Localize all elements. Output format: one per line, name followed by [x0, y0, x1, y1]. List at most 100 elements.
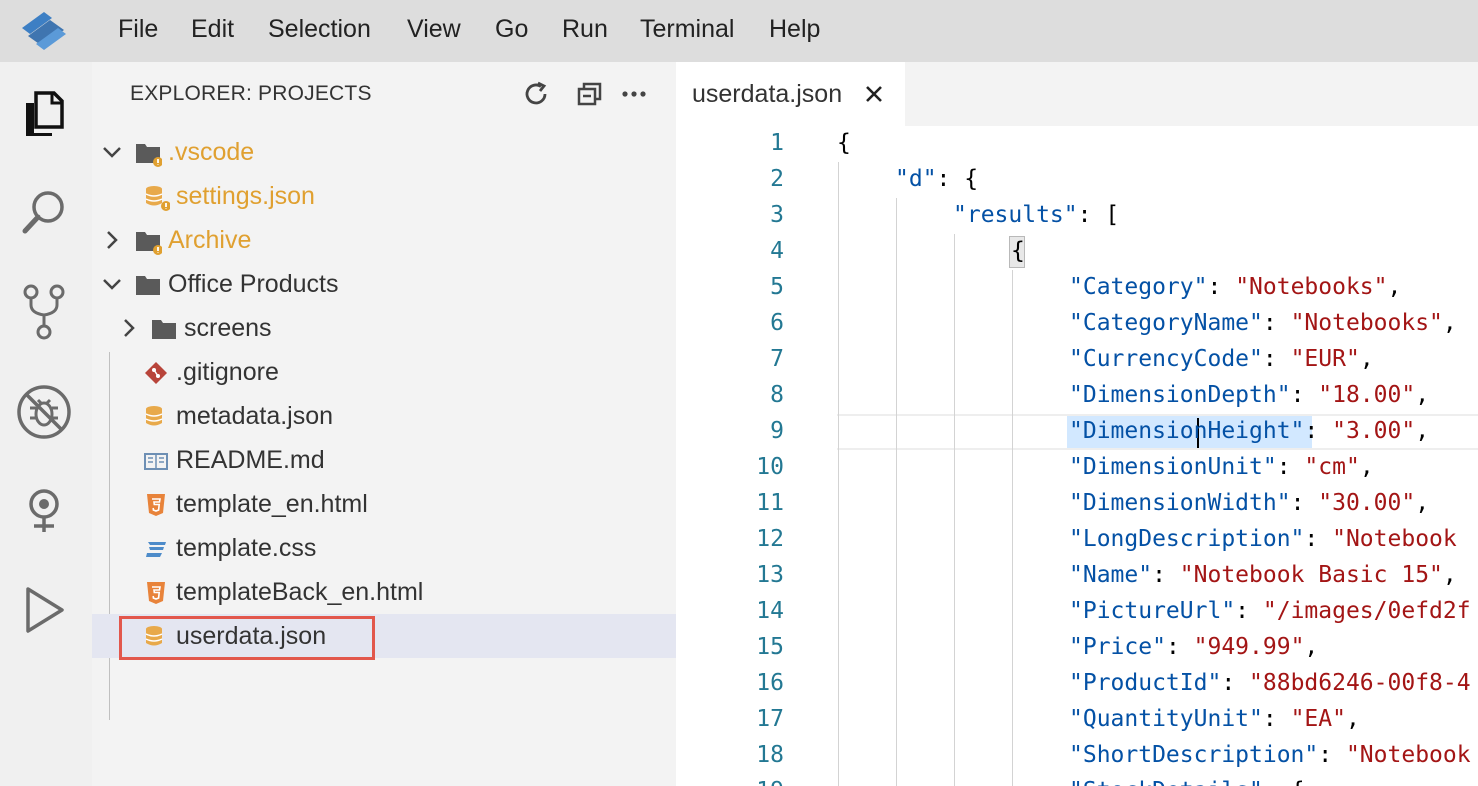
code-text: "Category": "Notebooks", [1069, 274, 1402, 300]
explorer-icon[interactable] [14, 84, 74, 144]
line-number: 4 [770, 238, 784, 264]
menu-bar: File Edit Selection View Go Run Terminal… [0, 0, 1478, 62]
code-line: 7 "CurrencyCode": "EUR", [676, 342, 1478, 378]
code-text: "Price": "949.99", [1069, 634, 1319, 660]
tree-item-label: Archive [168, 226, 252, 254]
no-debug-icon[interactable] [14, 382, 74, 442]
line-number: 17 [756, 706, 784, 732]
code-line: 3 "results": [ [676, 198, 1478, 234]
chevron-right-icon [124, 319, 135, 337]
menu-file[interactable]: File [118, 14, 158, 44]
more-icon[interactable] [618, 78, 650, 110]
line-number: 15 [756, 634, 784, 660]
code-text: { [837, 130, 851, 156]
close-icon[interactable] [862, 82, 886, 106]
code-line: 5 "Category": "Notebooks", [676, 270, 1478, 306]
line-number: 3 [770, 202, 784, 228]
run-icon[interactable] [14, 580, 74, 640]
tree-item-label: template_en.html [176, 490, 368, 518]
tree-item-label: template.css [176, 534, 317, 562]
line-number: 13 [756, 562, 784, 588]
line-number: 14 [756, 598, 784, 624]
line-number: 16 [756, 670, 784, 696]
menu-terminal[interactable]: Terminal [640, 14, 734, 44]
collapse-all-icon[interactable] [574, 78, 606, 110]
code-text: "Name": "Notebook Basic 15", [1069, 562, 1457, 588]
folder-warning-icon [136, 232, 162, 255]
tree-item-archive[interactable]: Archive [92, 218, 676, 262]
chevron-down-icon [103, 279, 121, 290]
tree-item-label: metadata.json [176, 402, 334, 430]
tree-item-label: screens [184, 314, 272, 342]
line-number: 10 [756, 454, 784, 480]
code-line: 19 "StockDetails": { [676, 774, 1478, 786]
tab-userdata-json[interactable]: userdata.json [676, 62, 905, 126]
git-file-icon [145, 362, 167, 384]
tree-item-label: templateBack_en.html [176, 578, 424, 606]
editor-tab-bar: userdata.json [676, 62, 1478, 126]
markdown-file-icon [144, 453, 168, 470]
explorer-title: EXPLORER: PROJECTS [130, 82, 372, 105]
menu-go[interactable]: Go [495, 14, 528, 44]
folder-icon [152, 320, 176, 339]
tree-item-template-en-html[interactable]: template_en.html [92, 482, 676, 526]
code-text: "ProductId": "88bd6246-00f8-4 [1069, 670, 1471, 696]
code-text: "StockDetails": { [1069, 778, 1304, 786]
code-line: 1{ [676, 126, 1478, 162]
code-line: 16 "ProductId": "88bd6246-00f8-4 [676, 666, 1478, 702]
code-text: "LongDescription": "Notebook [1069, 526, 1457, 552]
line-number: 9 [770, 418, 784, 444]
code-line: 12 "LongDescription": "Notebook [676, 522, 1478, 558]
explorer-sidebar: EXPLORER: PROJECTS .vscode settings.json… [92, 62, 676, 786]
tree-item-templateback-en-html[interactable]: templateBack_en.html [92, 570, 676, 614]
menu-selection[interactable]: Selection [268, 14, 371, 44]
code-line: 9 "DimensionHeight": "3.00", [676, 414, 1478, 450]
search-icon[interactable] [14, 182, 74, 242]
code-line: 4{ [676, 234, 1478, 270]
code-text: "DimensionDepth": "18.00", [1069, 382, 1430, 408]
tree-item-label: .gitignore [176, 358, 279, 386]
line-number: 7 [770, 346, 784, 372]
tree-item-vscode[interactable]: .vscode [92, 130, 676, 174]
tree-item-screens[interactable]: screens [92, 306, 676, 350]
menu-run[interactable]: Run [562, 14, 608, 44]
line-number: 11 [756, 490, 784, 516]
tree-item-gitignore[interactable]: .gitignore [92, 350, 676, 394]
line-number: 18 [756, 742, 784, 768]
menu-view[interactable]: View [407, 14, 461, 44]
tree-item-label: README.md [176, 446, 325, 474]
code-text: "ShortDescription": "Notebook [1069, 742, 1471, 768]
line-number: 5 [770, 274, 784, 300]
code-line: 11 "DimensionWidth": "30.00", [676, 486, 1478, 522]
tree-item-settings-json[interactable]: settings.json [92, 174, 676, 218]
tree-item-readme[interactable]: README.md [92, 438, 676, 482]
html-file-icon [147, 494, 165, 516]
folder-icon [136, 276, 160, 295]
menu-help[interactable]: Help [769, 14, 820, 44]
refresh-icon[interactable] [520, 78, 552, 110]
json-file-warning-icon [145, 186, 170, 211]
code-line: 8 "DimensionDepth": "18.00", [676, 378, 1478, 414]
source-control-icon[interactable] [14, 282, 74, 342]
code-text: "DimensionUnit": "cm", [1069, 454, 1374, 480]
code-text: { [1011, 238, 1025, 264]
tree-item-label: .vscode [168, 138, 255, 166]
activity-bar [0, 62, 92, 786]
code-line: 17 "QuantityUnit": "EA", [676, 702, 1478, 738]
html-file-icon [147, 582, 165, 604]
code-editor[interactable]: 1{2 "d": {3 "results": [4{5 "Category": "No… [676, 126, 1478, 786]
code-line: 2 "d": { [676, 162, 1478, 198]
line-number: 2 [770, 166, 784, 192]
folder-warning-icon [136, 144, 162, 167]
chevron-right-icon [107, 231, 118, 249]
tree-item-office-products[interactable]: Office Products [92, 262, 676, 306]
app-logo-icon [22, 12, 66, 50]
lightbulb-icon[interactable] [14, 482, 74, 542]
code-text: "DimensionHeight": "3.00", [1069, 418, 1430, 444]
menu-edit[interactable]: Edit [191, 14, 234, 44]
code-text: "PictureUrl": "/images/0efd2f [1069, 598, 1471, 624]
chevron-down-icon [103, 147, 121, 158]
line-number: 19 [704, 778, 784, 786]
tree-item-template-css[interactable]: template.css [92, 526, 676, 570]
tree-item-metadata-json[interactable]: metadata.json [92, 394, 676, 438]
